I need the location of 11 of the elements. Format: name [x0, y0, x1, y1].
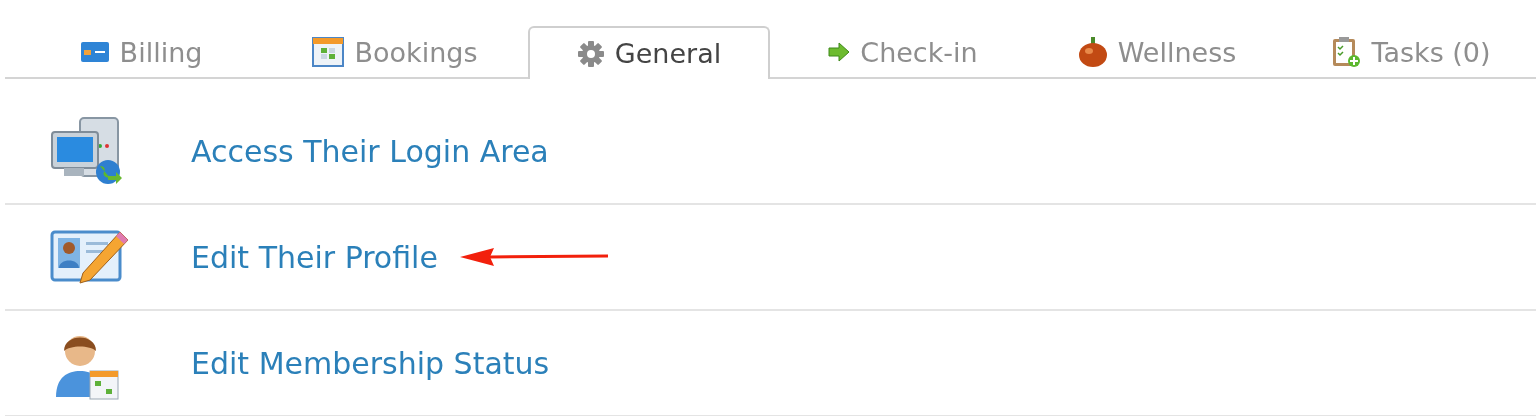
tab[interactable]: General [528, 26, 770, 79]
apple-icon [1077, 36, 1108, 68]
clipboard-icon [1331, 36, 1362, 68]
calendar-icon [312, 37, 345, 67]
action-link[interactable]: Access Their Login Area [191, 133, 549, 169]
computer-globe-icon [50, 116, 124, 186]
arrow-right-icon [828, 42, 851, 62]
gear-icon [576, 39, 605, 68]
action-link[interactable]: Edit Their Profile [191, 239, 438, 275]
credit-card-icon [79, 41, 110, 63]
action-link[interactable]: Edit Membership Status [191, 345, 550, 381]
